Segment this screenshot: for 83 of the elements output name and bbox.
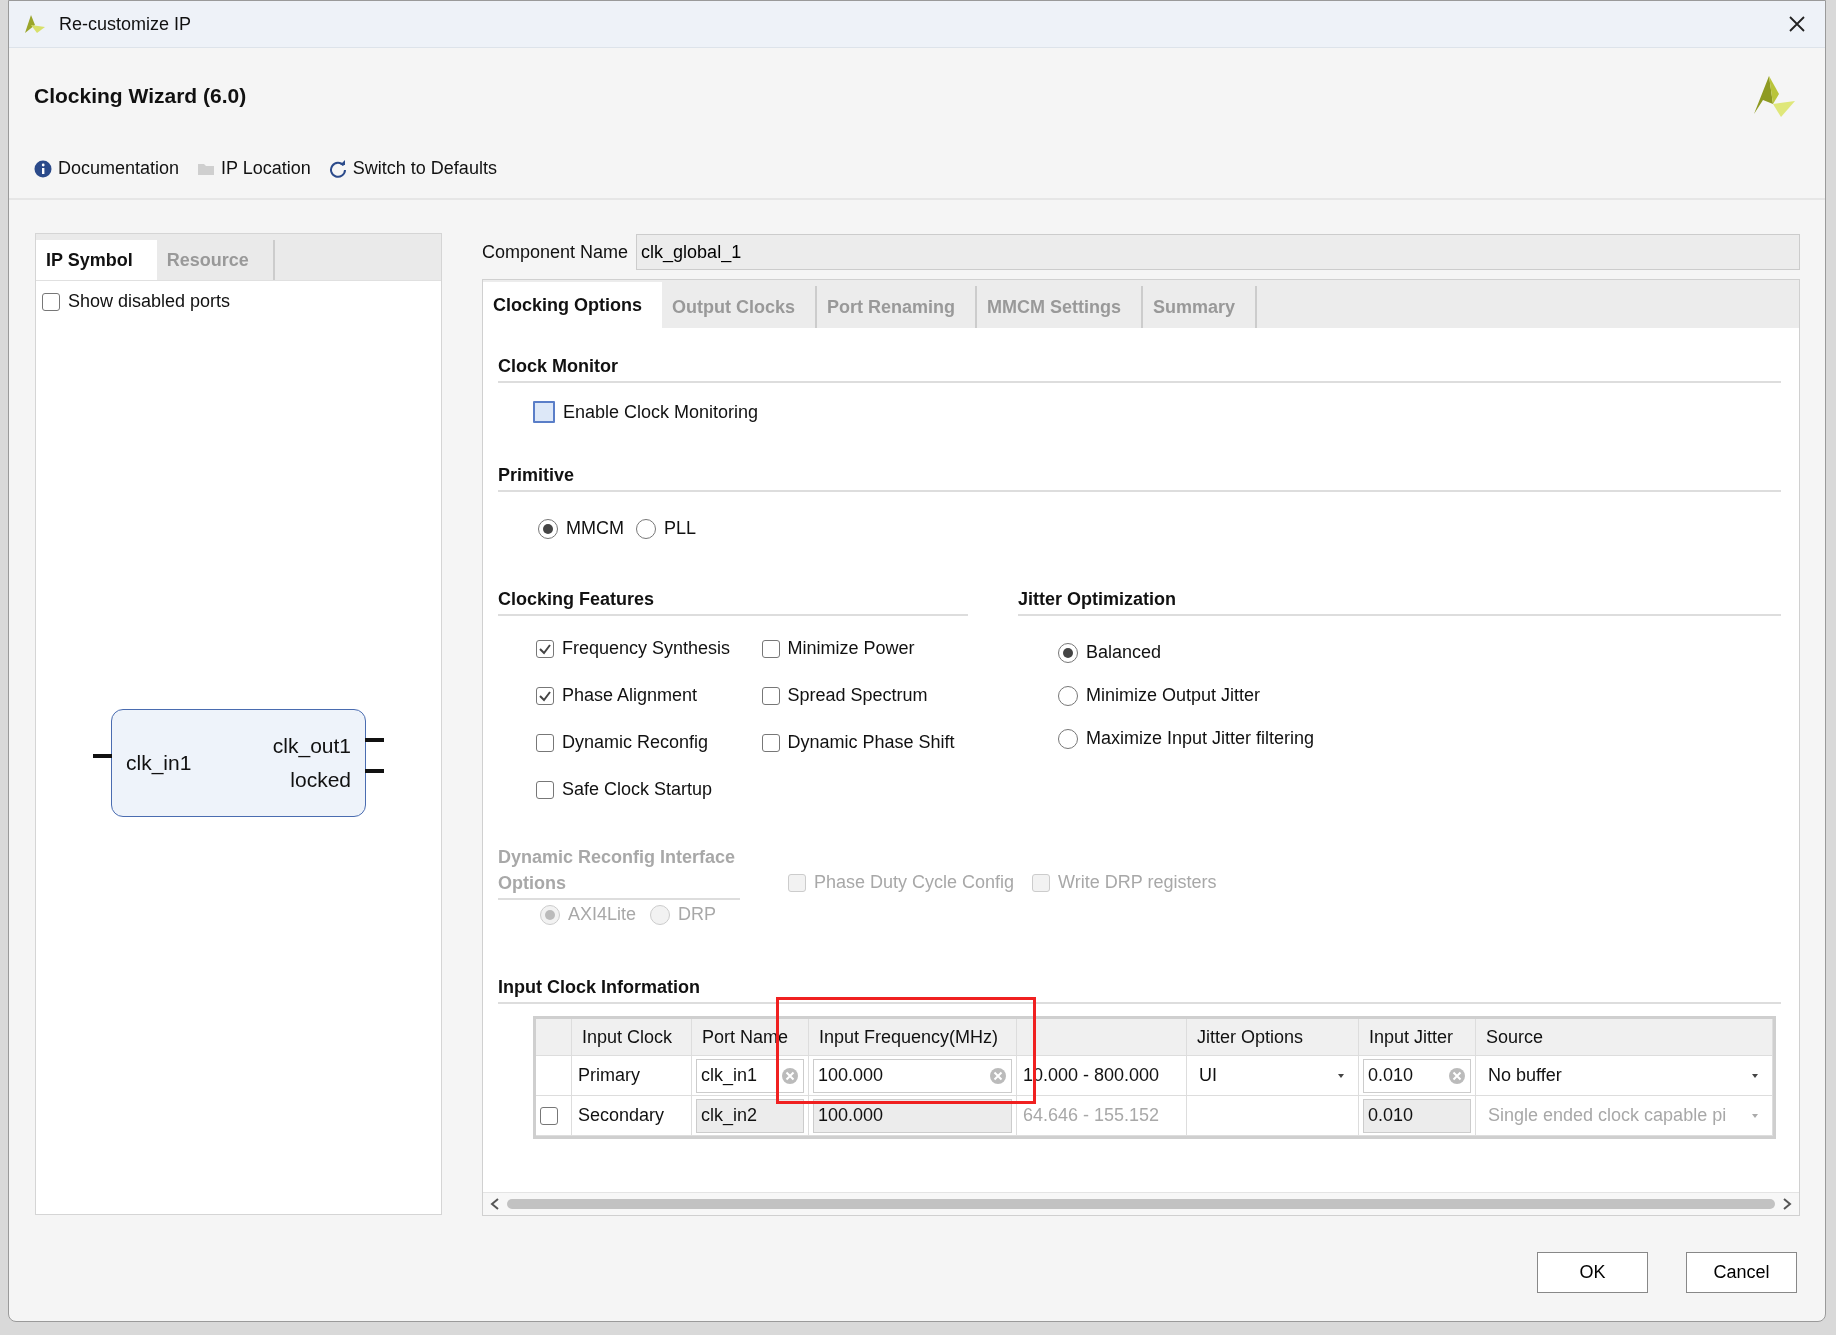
- checkbox[interactable]: [536, 639, 554, 658]
- checkbox-label: Write DRP registers: [1058, 872, 1217, 893]
- radio-button[interactable]: [1058, 728, 1078, 749]
- radio-label: Maximize Input Jitter filtering: [1086, 728, 1315, 749]
- dialog-heading: Clocking Wizard (6.0): [34, 84, 247, 108]
- frequency-field[interactable]: 100.000: [813, 1098, 1012, 1133]
- refresh-icon: [328, 159, 347, 178]
- dialog-button[interactable]: Cancel: [1686, 1252, 1797, 1293]
- source-dropdown[interactable]: No buffer: [1480, 1058, 1768, 1093]
- checkbox-label: Spread Spectrum: [787, 685, 928, 706]
- checkbox-label: Phase Alignment: [562, 685, 698, 706]
- component-name-field[interactable]: clk_global_1: [636, 234, 1800, 270]
- checkbox[interactable]: [761, 733, 780, 752]
- input-jitter-field[interactable]: 0.010: [1363, 1058, 1471, 1093]
- info-icon: [34, 159, 52, 178]
- toolbar-button[interactable]: Switch to Defaults: [328, 158, 497, 179]
- table-cell: Primary: [578, 1065, 640, 1086]
- column-header: Input Clock: [572, 1019, 692, 1056]
- checkbox-label: Phase Duty Cycle Config: [814, 872, 1015, 893]
- radio-button[interactable]: [1058, 642, 1078, 663]
- checkbox-label: Dynamic Reconfig: [562, 732, 709, 753]
- checkbox-label: Frequency Synthesis: [562, 638, 731, 659]
- port-label: locked: [290, 768, 351, 792]
- caret-icon: [1750, 1112, 1760, 1119]
- tab[interactable]: IP Symbol: [36, 240, 157, 280]
- frequency-field[interactable]: 100.000: [813, 1058, 1012, 1093]
- caret-icon: [1336, 1072, 1346, 1079]
- checkbox[interactable]: [761, 686, 780, 705]
- radio-label: PLL: [664, 518, 696, 539]
- checkbox[interactable]: [536, 733, 554, 752]
- toolbar-button[interactable]: Documentation: [34, 158, 180, 179]
- section-title: Clock Monitor: [498, 356, 1781, 383]
- port-pin: [93, 754, 112, 758]
- checkbox[interactable]: [536, 686, 554, 705]
- radio-button[interactable]: [636, 518, 656, 539]
- section-title: Jitter Optimization: [1018, 589, 1781, 616]
- column-header: Source: [1476, 1019, 1773, 1056]
- checkbox[interactable]: [761, 639, 780, 658]
- field-label: Component Name: [482, 241, 629, 263]
- caret-icon: [1750, 1072, 1760, 1079]
- checkbox[interactable]: [42, 292, 60, 311]
- tab[interactable]: Clocking Options: [483, 282, 662, 328]
- radio-button[interactable]: [538, 518, 558, 539]
- radio-label: DRP: [678, 904, 717, 925]
- checkbox-label: Enable Clock Monitoring: [563, 401, 759, 423]
- port-name-field[interactable]: clk_in2: [696, 1098, 804, 1133]
- section-title: Primitive: [498, 465, 1781, 492]
- port-label: clk_out1: [272, 734, 351, 758]
- checkbox-label: Dynamic Phase Shift: [787, 732, 955, 753]
- column-header: Input Jitter: [1359, 1019, 1476, 1056]
- radio-label: AXI4Lite: [568, 904, 637, 925]
- toolbar-button[interactable]: IP Location: [197, 158, 311, 179]
- table-cell: 64.646 - 155.152: [1023, 1105, 1160, 1126]
- jitter-dropdown[interactable]: UI: [1191, 1058, 1354, 1093]
- window-title: Re-customize IP: [59, 13, 193, 35]
- scrollbar[interactable]: [483, 1192, 1799, 1215]
- close-icon[interactable]: [1787, 14, 1807, 34]
- checkbox[interactable]: [533, 401, 555, 423]
- input-jitter-field[interactable]: 0.010: [1363, 1098, 1471, 1133]
- scroll-left-icon[interactable]: [489, 1197, 501, 1211]
- section-title: Input Clock Information: [498, 977, 1781, 1004]
- section-title: Dynamic Reconfig Interface Options: [498, 846, 737, 895]
- section-title: Clocking Features: [498, 589, 968, 616]
- radio-label: MMCM: [566, 518, 624, 539]
- port-pin: [365, 769, 384, 773]
- checkbox[interactable]: [540, 1106, 558, 1125]
- port-name-field[interactable]: clk_in1: [696, 1058, 804, 1093]
- logo-icon: [23, 13, 47, 35]
- dialog-button[interactable]: OK: [1537, 1252, 1648, 1293]
- port-label: clk_in1: [126, 751, 192, 775]
- radio-label: Balanced: [1086, 642, 1162, 663]
- table-cell: Secondary: [578, 1105, 665, 1126]
- checkbox-label: Minimize Power: [787, 638, 915, 659]
- header-cell: [536, 1019, 572, 1056]
- radio-label: Minimize Output Jitter: [1086, 685, 1261, 706]
- column-header: Input Frequency(MHz): [809, 1019, 1017, 1056]
- radio-button[interactable]: [1058, 685, 1078, 706]
- port-pin: [365, 738, 384, 742]
- checkbox[interactable]: [536, 780, 554, 799]
- checkbox-label: Safe Clock Startup: [562, 779, 713, 800]
- column-header: Jitter Options: [1187, 1019, 1359, 1056]
- checkbox-label: Show disabled ports: [68, 291, 231, 312]
- scroll-right-icon[interactable]: [1781, 1197, 1793, 1211]
